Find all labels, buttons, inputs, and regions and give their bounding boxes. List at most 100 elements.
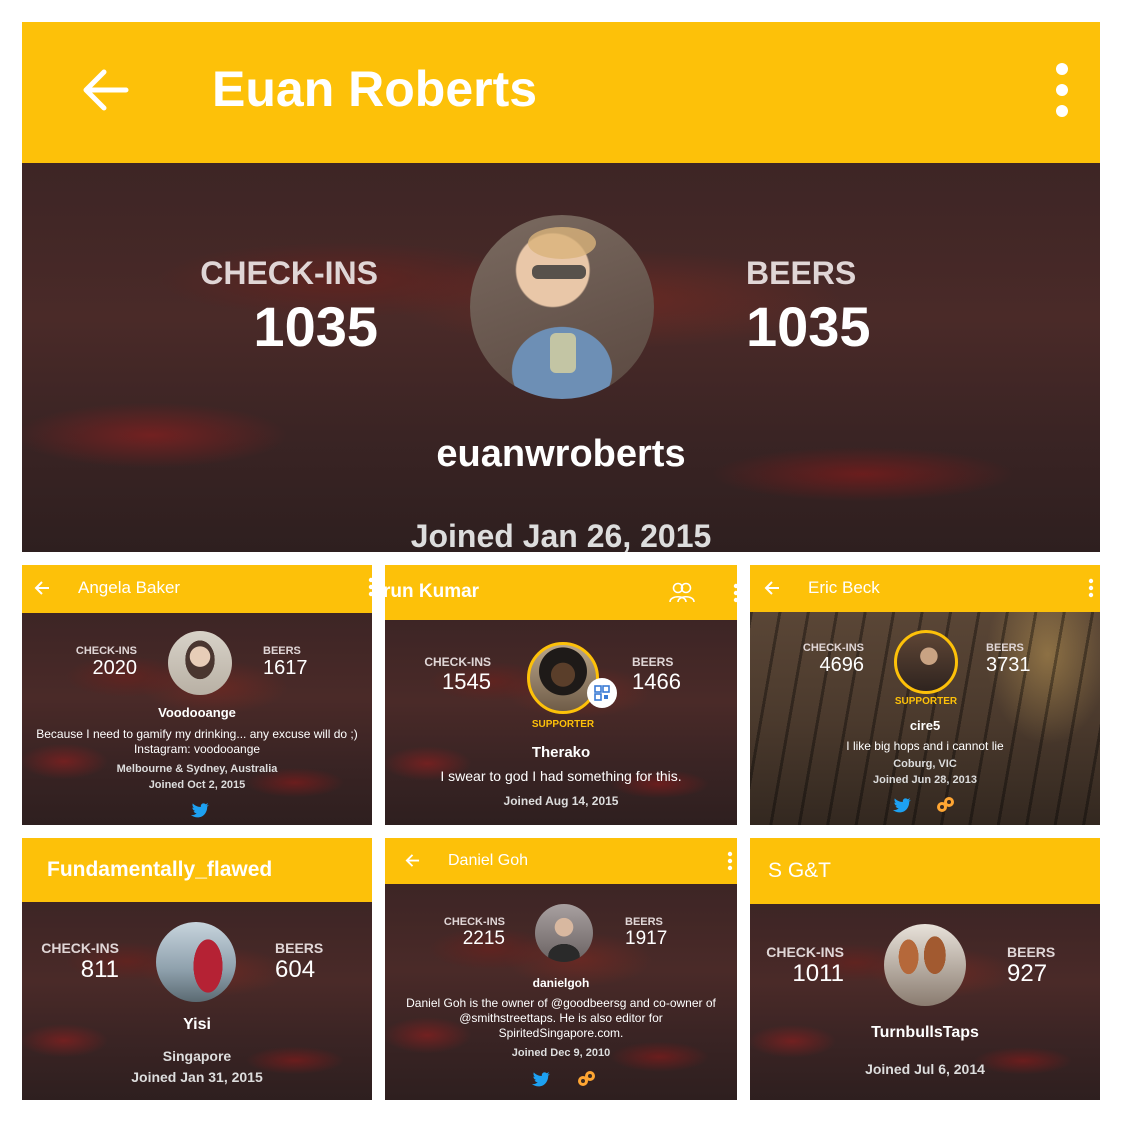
qr-code-icon[interactable] bbox=[587, 678, 617, 708]
page-title: Eric Beck bbox=[808, 578, 880, 597]
overflow-menu-icon[interactable] bbox=[1088, 578, 1094, 603]
bio: I swear to god I had something for this. bbox=[440, 768, 682, 784]
toolbar: Daniel Goh bbox=[385, 838, 737, 884]
toolbar: run Kumar bbox=[385, 565, 737, 620]
username: danielgoh bbox=[532, 976, 590, 990]
overflow-menu-icon[interactable] bbox=[1052, 62, 1072, 123]
beers-value: 604 bbox=[275, 956, 316, 983]
bio: I like big hops and i cannot lie bbox=[846, 739, 1004, 753]
toolbar: Fundamentally_flawed bbox=[22, 838, 372, 902]
beers-label: BEERS bbox=[986, 642, 1024, 654]
checkins-stat: CHECK-INS 2020 bbox=[52, 645, 137, 680]
checkins-value: 2215 bbox=[462, 928, 505, 949]
twitter-icon[interactable] bbox=[531, 1072, 551, 1093]
beers-value: 1917 bbox=[625, 928, 668, 949]
page-title: Daniel Goh bbox=[448, 852, 529, 869]
user-photo-icon bbox=[528, 227, 596, 373]
profile-background: CHECK-INS 1035 BEERS 1035 euanwroberts J… bbox=[22, 163, 1100, 552]
beers-value: 1466 bbox=[632, 669, 681, 694]
checkins-value: 4696 bbox=[819, 654, 865, 676]
beers-stat: BEERS 1917 bbox=[625, 916, 705, 950]
supporter-badge: SUPPORTER bbox=[894, 696, 958, 707]
checkins-label: CHECK-INS bbox=[75, 645, 137, 657]
overflow-menu-icon[interactable] bbox=[368, 577, 372, 602]
bio-line-1: Daniel Goh is the owner of @goodbeersg a… bbox=[406, 996, 716, 1010]
beers-value: 3731 bbox=[986, 654, 1031, 676]
profile-card-arun: run Kumar CHECK-INS 1545 SUPPORTER BEERS… bbox=[385, 565, 737, 825]
page-title: S G&T bbox=[768, 859, 832, 882]
avatar bbox=[156, 922, 236, 1002]
profile-card-sgt: S G&T CHECK-INS 1011 BEERS 927 Turnbulls… bbox=[750, 838, 1100, 1100]
twitter-icon[interactable] bbox=[892, 798, 912, 819]
foursquare-swarm-icon[interactable] bbox=[575, 1068, 597, 1095]
avatar bbox=[168, 631, 232, 695]
location: Melbourne & Sydney, Australia bbox=[116, 763, 278, 775]
twitter-icon[interactable] bbox=[190, 803, 210, 824]
beers-stat: BEERS 1035 bbox=[746, 255, 966, 359]
checkins-value: 1011 bbox=[792, 960, 844, 987]
beers-label: BEERS bbox=[632, 655, 674, 669]
back-arrow-icon[interactable] bbox=[34, 580, 50, 601]
checkins-value: 2020 bbox=[92, 657, 138, 679]
username: TurnbullsTaps bbox=[871, 1024, 979, 1041]
joined-date: Joined Jul 6, 2014 bbox=[865, 1061, 985, 1077]
joined-date: Joined Oct 2, 2015 bbox=[148, 779, 246, 791]
joined-date: Joined Aug 14, 2015 bbox=[503, 794, 619, 808]
foursquare-swarm-icon[interactable] bbox=[934, 794, 956, 821]
profile-background: CHECK-INS 1011 BEERS 927 TurnbullsTaps J… bbox=[750, 904, 1100, 1100]
checkins-label: CHECK-INS bbox=[802, 642, 864, 654]
beers-stat: BEERS 1466 bbox=[632, 655, 722, 695]
beers-value: 1617 bbox=[263, 657, 308, 679]
checkins-stat: CHECK-INS 2215 bbox=[425, 916, 505, 950]
back-arrow-icon[interactable] bbox=[764, 580, 780, 601]
back-arrow-icon[interactable] bbox=[405, 853, 420, 873]
friends-icon[interactable] bbox=[669, 581, 695, 608]
checkins-stat: CHECK-INS 811 bbox=[32, 940, 119, 984]
toolbar: Eric Beck bbox=[750, 565, 1100, 612]
username: Yisi bbox=[183, 1016, 211, 1033]
checkins-stat: CHECK-INS 1011 bbox=[760, 944, 844, 988]
profile-background: CHECK-INS 811 BEERS 604 Yisi Singapore J… bbox=[22, 902, 372, 1100]
profile-card-fundamentally: Fundamentally_flawed CHECK-INS 811 BEERS… bbox=[22, 838, 372, 1100]
profile-background: CHECK-INS 2215 BEERS 1917 danielgoh Dani… bbox=[385, 884, 737, 1100]
username: Voodooange bbox=[158, 705, 236, 720]
profile-background: CHECK-INS 4696 SUPPORTER BEERS 3731 cire… bbox=[750, 612, 1100, 825]
checkins-stat: CHECK-INS 1545 bbox=[405, 655, 491, 695]
joined-date: Joined Dec 9, 2010 bbox=[511, 1047, 611, 1059]
location: Coburg, VIC bbox=[893, 758, 957, 770]
profile-card-daniel: Daniel Goh CHECK-INS 2215 BEERS 1917 dan… bbox=[385, 838, 737, 1100]
beers-label: BEERS bbox=[625, 916, 663, 928]
location: Singapore bbox=[162, 1048, 232, 1064]
username: cire5 bbox=[909, 718, 941, 733]
main-profile-card: Euan Roberts CHECK-INS 1035 BEERS 1035 e… bbox=[22, 22, 1100, 552]
avatar bbox=[884, 924, 966, 1006]
page-title: run Kumar bbox=[385, 581, 480, 602]
checkins-value: 811 bbox=[80, 956, 119, 983]
page-title: Fundamentally_flawed bbox=[47, 858, 273, 881]
overflow-menu-icon[interactable] bbox=[727, 851, 733, 876]
back-arrow-icon[interactable] bbox=[82, 68, 130, 117]
profile-card-eric: Eric Beck CHECK-INS 4696 SUPPORTER BEERS… bbox=[750, 565, 1100, 825]
beers-label: BEERS bbox=[746, 255, 857, 291]
page-title: Angela Baker bbox=[78, 578, 181, 597]
supporter-badge: SUPPORTER bbox=[531, 719, 595, 730]
checkins-stat: CHECK-INS 4696 bbox=[780, 642, 864, 677]
beers-stat: BEERS 927 bbox=[1007, 944, 1087, 988]
profile-background: CHECK-INS 2020 BEERS 1617 Voodooange Bec… bbox=[22, 613, 372, 825]
checkins-label: CHECK-INS bbox=[41, 940, 119, 956]
beers-value: 927 bbox=[1007, 960, 1048, 987]
checkins-label: CHECK-INS bbox=[200, 255, 378, 291]
beers-value: 1035 bbox=[746, 295, 871, 358]
overflow-menu-icon[interactable] bbox=[733, 583, 737, 608]
username: euanwroberts bbox=[436, 433, 686, 475]
checkins-value: 1545 bbox=[442, 669, 491, 694]
profile-background: CHECK-INS 1545 SUPPORTER BEERS 1466 Ther… bbox=[385, 620, 737, 825]
beers-stat: BEERS 1617 bbox=[263, 645, 353, 680]
bio-line-1: Because I need to gamify my drinking... … bbox=[36, 727, 358, 741]
toolbar: Angela Baker bbox=[22, 565, 372, 613]
beers-stat: BEERS 3731 bbox=[986, 642, 1070, 677]
bio-line-2: Instagram: voodooange bbox=[133, 742, 261, 756]
avatar bbox=[535, 904, 593, 962]
toolbar: S G&T bbox=[750, 838, 1100, 904]
checkins-stat: CHECK-INS 1035 bbox=[172, 255, 378, 359]
